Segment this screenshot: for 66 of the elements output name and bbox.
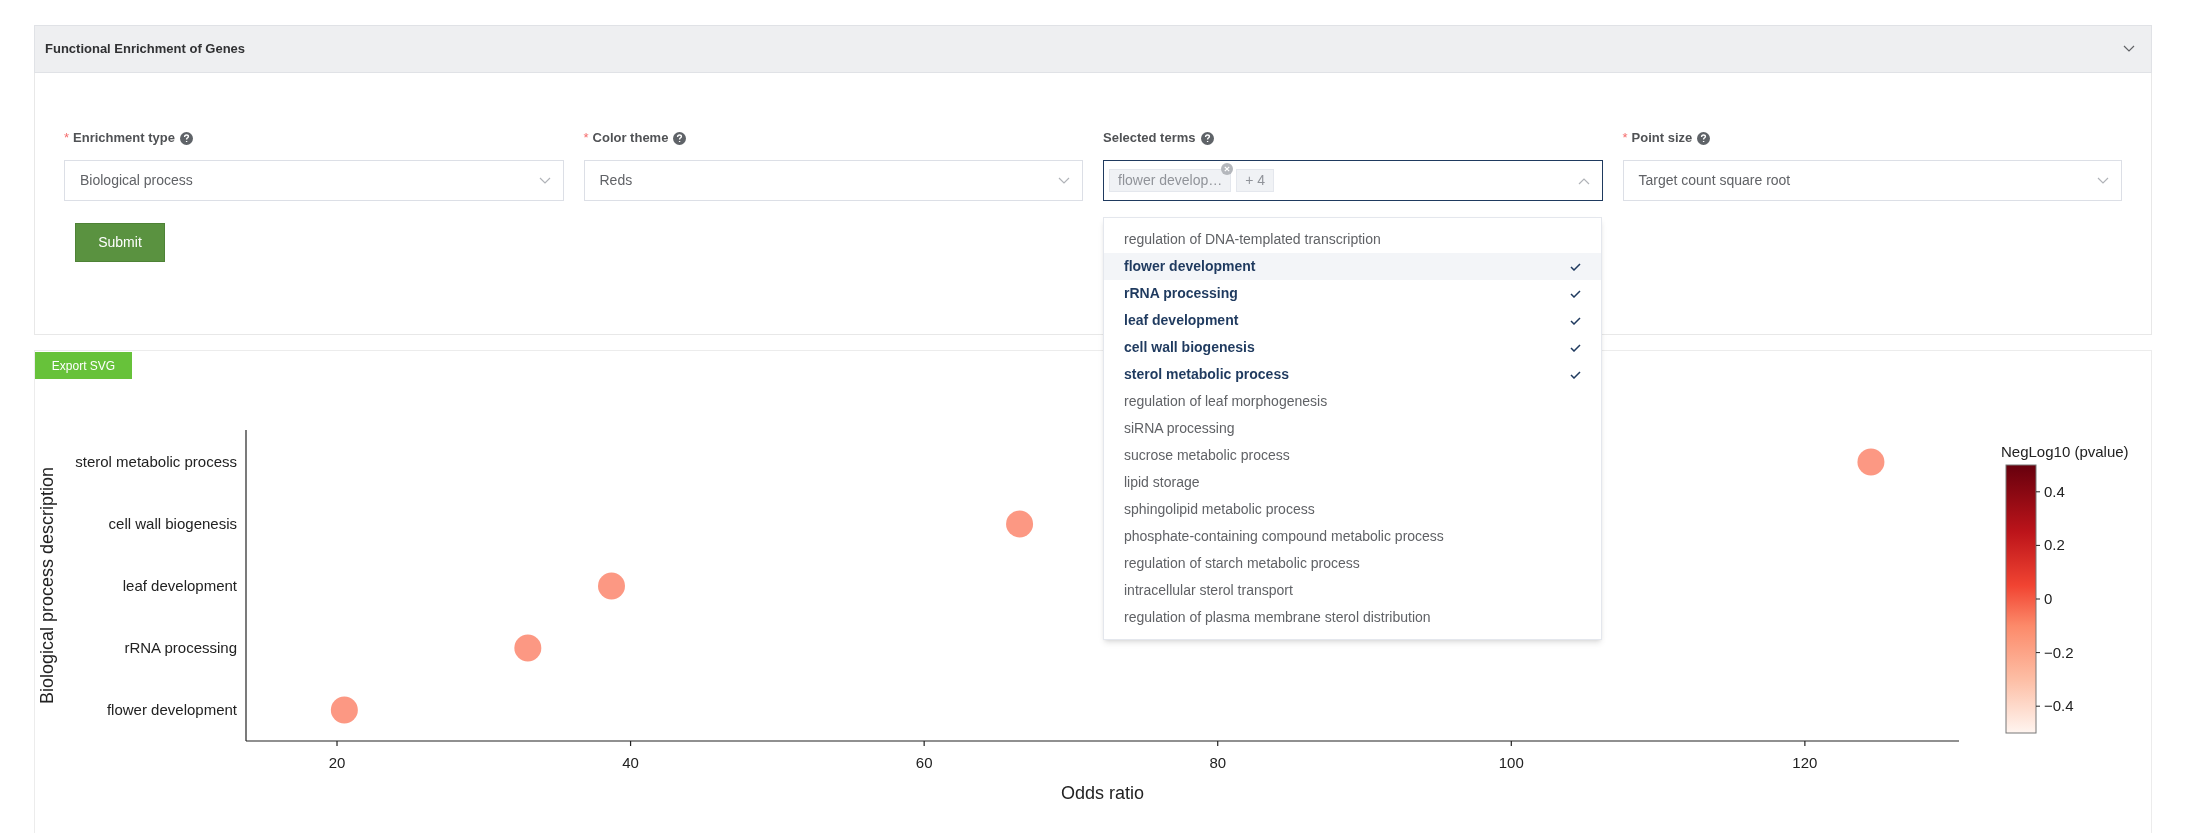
panel-title: Functional Enrichment of Genes [45, 40, 246, 59]
y-tick-label: flower development [106, 701, 237, 718]
x-tick-label: 80 [1209, 754, 1227, 771]
dropdown-option[interactable]: regulation of plasma membrane sterol distribution [1104, 604, 1601, 631]
y-tick-label: rRNA processing [124, 639, 237, 656]
y-tick-label: sterol metabolic process [75, 453, 237, 470]
dropdown-chevron-icon [1577, 176, 1590, 185]
y-tick-label: cell wall biogenesis [108, 515, 237, 532]
check-icon [1570, 316, 1581, 325]
dropdown-option[interactable]: regulation of DNA-templated transcription [1104, 226, 1601, 253]
color-tick-mark [2035, 491, 2041, 493]
dropdown-option[interactable]: leaf development [1104, 307, 1601, 334]
help-icon[interactable] [1697, 131, 1711, 145]
check-icon [1570, 262, 1581, 271]
dropdown-chevron-icon [538, 176, 551, 185]
dropdown-option[interactable]: rRNA processing [1104, 280, 1601, 307]
dropdown-option[interactable]: flower development [1104, 253, 1601, 280]
color-tick-label: 0.4 [2044, 482, 2065, 500]
field-label: Enrichment type [73, 129, 175, 148]
select-field[interactable]: Target count square root [1622, 160, 2122, 201]
y-axis-label: Biological process description [37, 466, 57, 705]
dropdown-option[interactable]: phosphate-containing compound metabolic process [1104, 523, 1601, 550]
x-tick-label: 100 [1498, 754, 1524, 771]
help-icon[interactable] [1200, 131, 1214, 145]
dropdown-option[interactable]: regulation of leaf morphogenesis [1104, 388, 1601, 415]
color-tick-label: −0.4 [2044, 697, 2074, 715]
x-axis-label: Odds ratio [1061, 783, 1144, 803]
y-tick-label: leaf development [122, 577, 237, 594]
check-icon [1570, 370, 1581, 379]
check-icon [1570, 289, 1581, 298]
required-mark: * [583, 129, 589, 148]
help-icon[interactable] [179, 131, 193, 145]
field-label: Selected terms [1103, 129, 1196, 148]
submit-button[interactable]: Submit [75, 223, 165, 262]
color-tick-mark [2035, 652, 2041, 654]
dropdown-option[interactable]: regulation of starch metabolic process [1104, 550, 1601, 577]
color-tick-mark [2035, 544, 2041, 546]
check-icon [1570, 343, 1581, 352]
color-scale-title: NegLog10 (pvalue) [2001, 443, 2129, 460]
color-tick-label: 0.2 [2044, 536, 2065, 554]
panel-header[interactable]: Functional Enrichment of Genes [34, 25, 2152, 73]
color-tick-mark [2035, 705, 2041, 707]
x-tick-label: 20 [328, 754, 346, 771]
select-field[interactable]: Biological process [64, 160, 564, 201]
collapse-chevron-icon [2123, 45, 2135, 53]
dropdown-chevron-icon [1058, 176, 1070, 185]
field-label: Color theme [592, 129, 669, 148]
dropdown-option[interactable]: sphingolipid metabolic process [1104, 496, 1601, 523]
dropdown-option[interactable]: cell wall biogenesis [1104, 334, 1601, 361]
dropdown-option[interactable]: siRNA processing [1104, 415, 1601, 442]
color-tick-label: 0 [2044, 590, 2053, 607]
x-tick-label: 40 [622, 754, 639, 771]
dropdown-option[interactable]: sucrose metabolic process [1104, 442, 1601, 469]
help-icon[interactable] [673, 131, 687, 145]
x-tick-label: 60 [915, 754, 933, 771]
required-mark: * [1622, 129, 1628, 148]
dropdown-option[interactable]: intracellular sterol transport [1104, 577, 1601, 604]
dropdown-chevron-icon [2097, 176, 2109, 185]
field-label: Point size [1631, 129, 1693, 148]
x-tick-label: 120 [1792, 754, 1818, 771]
select-field[interactable]: Reds [583, 160, 1083, 201]
dropdown-option[interactable]: lipid storage [1104, 469, 1601, 496]
dropdown-option[interactable]: sterol metabolic process [1104, 361, 1601, 388]
required-mark: * [64, 129, 70, 148]
color-tick-label: −0.2 [2044, 643, 2074, 661]
color-tick-mark [2035, 598, 2041, 600]
